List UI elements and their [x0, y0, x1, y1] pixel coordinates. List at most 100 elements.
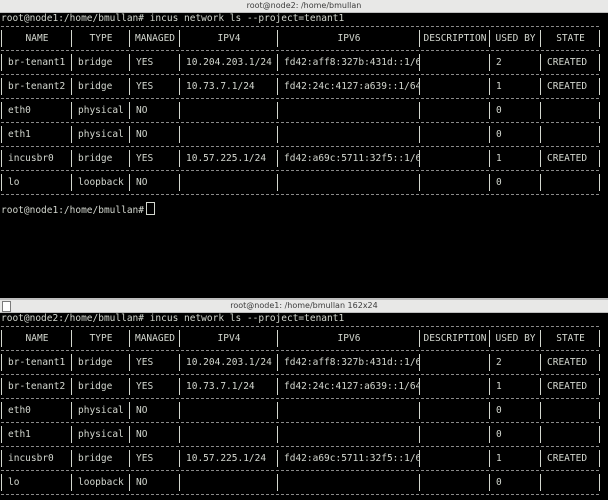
- table-row: lo loopback NO 0: [1, 471, 600, 494]
- table-cell-state: [542, 423, 599, 446]
- table-cell-ipv4: 10.73.7.1/24: [186, 381, 255, 392]
- column-separator: [277, 378, 278, 395]
- table-cell-used-by: 0: [496, 105, 502, 116]
- column-separator: [1, 102, 2, 119]
- column-separator: [277, 30, 278, 47]
- table-cell-name: eth1: [8, 129, 31, 140]
- table-cell-managed: YES: [136, 381, 154, 392]
- table-cell-state: CREATED: [547, 81, 588, 92]
- table-cell-ipv6: [279, 99, 419, 122]
- column-separator: [129, 30, 130, 47]
- table-cell-type: bridge: [78, 57, 113, 68]
- column-separator: [540, 330, 541, 347]
- column-separator: [489, 378, 490, 395]
- window-resize-icon[interactable]: [2, 301, 11, 312]
- table-cell-type: physical: [78, 429, 124, 440]
- table-cell-type: bridge: [78, 81, 113, 92]
- table-cell-name: br-tenant1: [8, 357, 66, 368]
- column-separator: [599, 330, 600, 347]
- top-window-titlebar[interactable]: root@node2: /home/bmullan: [0, 0, 608, 13]
- column-separator: [1, 78, 2, 95]
- column-header-managed: MANAGED: [134, 33, 176, 44]
- table-cell-managed: NO: [136, 405, 148, 416]
- column-separator: [71, 378, 72, 395]
- table-cell-managed: NO: [136, 129, 148, 140]
- bottom-terminal-window[interactable]: root@node1: /home/bmullan 162x24 root@no…: [0, 300, 608, 500]
- column-separator: [71, 126, 72, 143]
- column-separator: [419, 474, 420, 491]
- column-separator: [71, 354, 72, 371]
- column-separator: [1, 30, 2, 47]
- column-header-ipv6: IPV6: [337, 333, 361, 344]
- column-separator: [489, 474, 490, 491]
- table-row: incusbr0 bridge YES 10.57.225.1/24 fd42:a69c…: [1, 147, 600, 170]
- table-cell-used-by: 1: [496, 381, 502, 392]
- column-separator: [599, 426, 600, 443]
- column-separator: [1, 330, 2, 347]
- table-cell-ipv4: [181, 423, 277, 446]
- column-separator: [277, 354, 278, 371]
- table-cell-description: [421, 351, 489, 374]
- column-separator: [179, 474, 180, 491]
- column-separator: [489, 426, 490, 443]
- column-separator: [1, 354, 2, 371]
- column-separator: [489, 30, 490, 47]
- table-cell-type: loopback: [78, 477, 124, 488]
- top-terminal-window[interactable]: root@node2: /home/bmullan root@node1:/ho…: [0, 0, 608, 300]
- column-separator: [419, 402, 420, 419]
- table-cell-managed: NO: [136, 105, 148, 116]
- table-row: br-tenant2 bridge YES 10.73.7.1/24 fd42:24c:…: [1, 75, 600, 98]
- column-separator: [179, 426, 180, 443]
- column-separator: [1, 450, 2, 467]
- column-separator: [129, 402, 130, 419]
- column-separator: [489, 126, 490, 143]
- table-cell-state: CREATED: [547, 357, 588, 368]
- column-header-managed: MANAGED: [134, 333, 176, 344]
- column-separator: [179, 102, 180, 119]
- column-header-name: NAME: [25, 33, 49, 44]
- table-row: br-tenant1 bridge YES 10.204.203.1/24 fd42:a…: [1, 51, 600, 74]
- table-cell-name: eth0: [8, 105, 31, 116]
- column-separator: [419, 378, 420, 395]
- bottom-window-title: root@node1: /home/bmullan 162x24: [230, 301, 378, 310]
- table-cell-name: br-tenant2: [8, 381, 66, 392]
- table-cell-description: [421, 51, 489, 74]
- column-separator: [179, 402, 180, 419]
- bottom-window-titlebar[interactable]: root@node1: /home/bmullan 162x24: [0, 300, 608, 313]
- table-cell-description: [421, 423, 489, 446]
- table-cell-ipv6: [279, 171, 419, 194]
- table-cell-ipv6: fd42:24c:4127:a639::1/64: [284, 381, 419, 392]
- column-header-description: DESCRIPTION: [423, 33, 487, 44]
- table-cell-state: [542, 123, 599, 146]
- table-cell-name: incusbr0: [8, 453, 54, 464]
- table-cell-ipv6: fd42:a69c:5711:32f5::1/64: [284, 153, 419, 164]
- column-separator: [540, 78, 541, 95]
- column-separator: [489, 54, 490, 71]
- column-separator: [1, 174, 2, 191]
- column-separator: [599, 474, 600, 491]
- top-after-prompt[interactable]: root@node1:/home/bmullan#: [1, 202, 155, 216]
- column-separator: [489, 174, 490, 191]
- column-separator: [540, 102, 541, 119]
- column-separator: [179, 174, 180, 191]
- table-cell-ipv6: [279, 399, 419, 422]
- column-separator: [179, 30, 180, 47]
- column-separator: [179, 378, 180, 395]
- bottom-command-line: root@node2:/home/bmullan# incus network …: [1, 313, 345, 324]
- table-row: br-tenant2 bridge YES 10.73.7.1/24 fd42:24c:…: [1, 375, 600, 398]
- table-cell-description: [421, 375, 489, 398]
- column-separator: [179, 54, 180, 71]
- table-cell-used-by: 1: [496, 81, 502, 92]
- table-cell-state: [542, 471, 599, 494]
- column-separator: [277, 450, 278, 467]
- table-cell-ipv6: fd42:aff8:327b:431d::1/64: [284, 357, 419, 368]
- table-cell-ipv4: 10.204.203.1/24: [186, 357, 272, 368]
- column-separator: [179, 126, 180, 143]
- column-separator: [71, 174, 72, 191]
- table-cell-description: [421, 99, 489, 122]
- column-separator: [277, 330, 278, 347]
- table-row: incusbr0 bridge YES 10.57.225.1/24 fd42:a69c…: [1, 447, 600, 470]
- table-cell-description: [421, 147, 489, 170]
- table-cell-name: lo: [8, 477, 20, 488]
- table-horizontal-rule: [1, 194, 599, 195]
